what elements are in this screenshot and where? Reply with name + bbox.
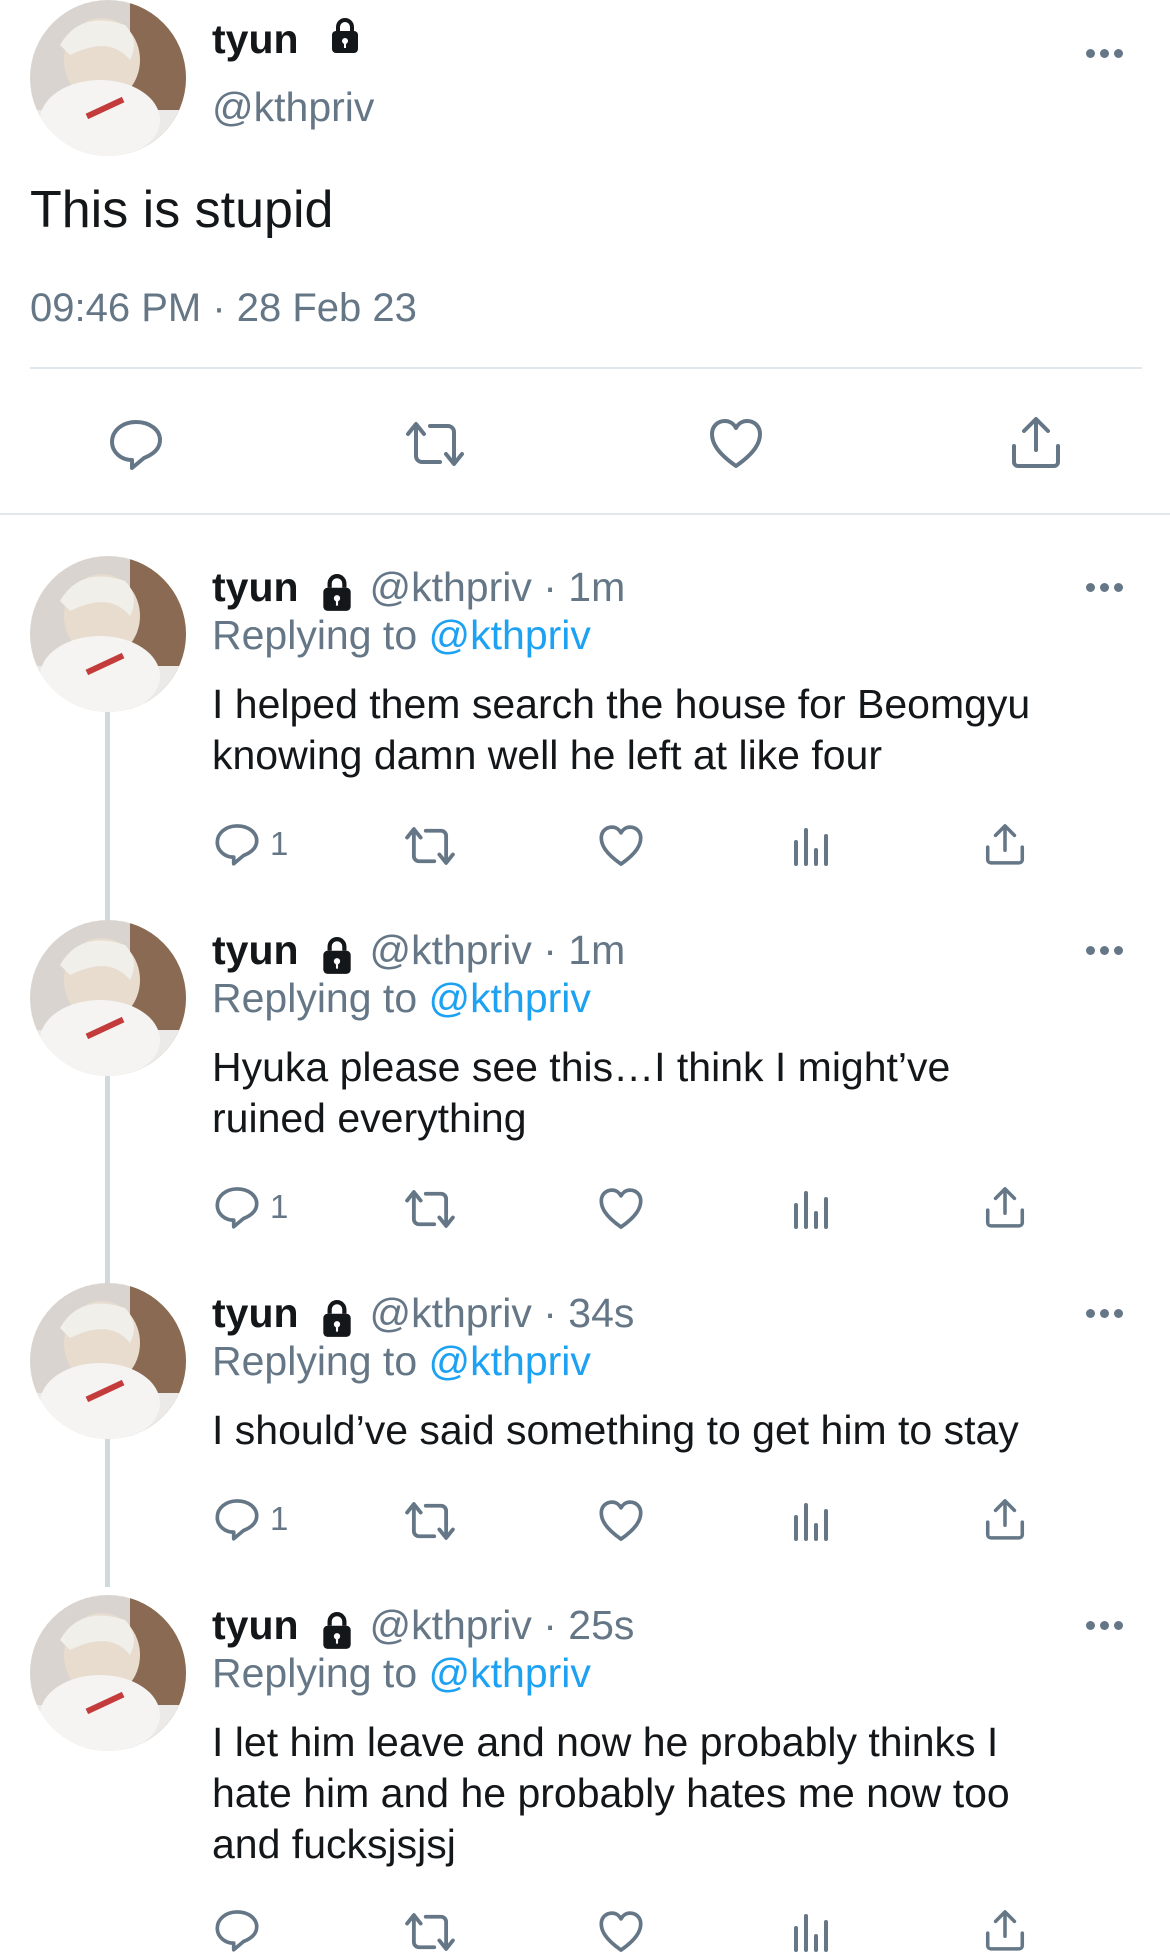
- analytics-icon[interactable]: [792, 824, 832, 866]
- display-name[interactable]: tyun: [212, 16, 299, 63]
- avatar-image: [30, 0, 186, 156]
- avatar[interactable]: [30, 0, 186, 156]
- replying-prefix: Replying to: [212, 1338, 418, 1384]
- share-icon[interactable]: [1008, 414, 1064, 470]
- share-icon[interactable]: [983, 1185, 1027, 1229]
- display-name[interactable]: tyun: [212, 1602, 299, 1648]
- tweet-text: Hyuka please see this…I think I might’ve…: [212, 1042, 950, 1144]
- analytics-icon[interactable]: [792, 1187, 832, 1229]
- reply-icon[interactable]: [214, 1497, 260, 1541]
- replying-to: Replying to @kthpriv: [212, 1338, 591, 1385]
- replying-to: Replying to @kthpriv: [212, 975, 591, 1022]
- avatar[interactable]: [30, 1283, 186, 1439]
- lock-icon: [323, 936, 351, 974]
- like-icon[interactable]: [598, 1499, 644, 1543]
- like-icon[interactable]: [598, 824, 644, 868]
- tweet-text: I should’ve said something to get him to…: [212, 1405, 1019, 1456]
- analytics-icon[interactable]: [792, 1499, 832, 1541]
- like-icon[interactable]: [708, 418, 764, 470]
- avatar[interactable]: [30, 556, 186, 712]
- reply-icon[interactable]: [108, 418, 164, 470]
- tweet-text-line: I let him leave and now he probably thin…: [212, 1719, 999, 1765]
- replying-mention[interactable]: @kthpriv: [429, 612, 591, 658]
- avatar-image: [30, 1283, 186, 1439]
- handle[interactable]: @kthpriv: [212, 84, 374, 131]
- divider: [0, 513, 1170, 515]
- more-options-icon[interactable]: [1086, 1617, 1128, 1630]
- replying-prefix: Replying to: [212, 975, 418, 1021]
- share-icon[interactable]: [983, 1497, 1027, 1541]
- analytics-icon[interactable]: [792, 1910, 832, 1952]
- reply-icon[interactable]: [214, 1185, 260, 1229]
- handle-and-time[interactable]: @kthpriv · 1m: [369, 927, 625, 973]
- reply-icon[interactable]: [214, 1908, 260, 1952]
- handle-and-time[interactable]: @kthpriv · 34s: [369, 1290, 634, 1336]
- display-name[interactable]: tyun: [212, 564, 299, 610]
- reply-count: 1: [270, 1500, 289, 1537]
- retweet-icon[interactable]: [402, 1500, 458, 1542]
- display-name[interactable]: tyun: [212, 927, 299, 973]
- tweet-text-line: knowing damn well he left at like four: [212, 732, 883, 778]
- avatar-image: [30, 556, 186, 712]
- reply-action[interactable]: 1: [214, 1185, 288, 1229]
- timestamp: 09:46 PM · 28 Feb 23: [30, 286, 417, 330]
- like-icon[interactable]: [598, 1187, 644, 1231]
- replying-to: Replying to @kthpriv: [212, 1650, 591, 1697]
- more-options-icon[interactable]: [1086, 579, 1128, 592]
- lock-icon: [323, 573, 351, 611]
- tweet-text-line: I should’ve said something to get him to…: [212, 1407, 1019, 1453]
- handle-and-time[interactable]: @kthpriv · 1m: [369, 564, 625, 610]
- tweet-text-line: Hyuka please see this…I think I might’ve: [212, 1044, 951, 1090]
- more-options-icon[interactable]: [1086, 45, 1128, 58]
- reply-action[interactable]: 1: [214, 1497, 288, 1541]
- reply-count: 1: [270, 825, 289, 862]
- more-options-icon[interactable]: [1086, 1305, 1128, 1318]
- replying-prefix: Replying to: [212, 612, 418, 658]
- tweet-text-line: and fucksjsjsj: [212, 1821, 456, 1867]
- thread-connector: [105, 712, 110, 1587]
- lock-icon: [332, 18, 358, 53]
- share-icon[interactable]: [983, 1908, 1027, 1952]
- divider: [30, 367, 1142, 369]
- avatar[interactable]: [30, 1595, 186, 1751]
- retweet-icon[interactable]: [402, 1188, 458, 1230]
- reply-icon[interactable]: [214, 822, 260, 866]
- tweet-text-line: ruined everything: [212, 1095, 527, 1141]
- handle-and-time[interactable]: @kthpriv · 25s: [369, 1602, 634, 1648]
- display-name[interactable]: tyun: [212, 1290, 299, 1336]
- tweet-text-line: I helped them search the house for Beomg…: [212, 681, 1031, 727]
- retweet-icon[interactable]: [402, 1911, 458, 1953]
- retweet-icon[interactable]: [402, 420, 468, 468]
- replying-mention[interactable]: @kthpriv: [429, 1338, 591, 1384]
- reply-action[interactable]: [214, 1908, 270, 1952]
- replying-mention[interactable]: @kthpriv: [429, 1650, 591, 1696]
- reply-count: 1: [270, 1188, 289, 1225]
- more-options-icon[interactable]: [1086, 942, 1128, 955]
- retweet-icon[interactable]: [402, 825, 458, 867]
- like-icon[interactable]: [598, 1910, 644, 1954]
- lock-icon: [323, 1611, 351, 1649]
- tweet-text: I helped them search the house for Beomg…: [212, 679, 1030, 781]
- replying-mention[interactable]: @kthpriv: [429, 975, 591, 1021]
- tweet-text-line: hate him and he probably hates me now to…: [212, 1770, 1010, 1816]
- replying-prefix: Replying to: [212, 1650, 418, 1696]
- avatar-image: [30, 1595, 186, 1751]
- tweet-text: This is stupid: [30, 181, 334, 239]
- share-icon[interactable]: [983, 822, 1027, 866]
- tweet-text: I let him leave and now he probably thin…: [212, 1717, 1010, 1870]
- lock-icon: [323, 1299, 351, 1337]
- avatar[interactable]: [30, 920, 186, 1076]
- avatar-image: [30, 920, 186, 1076]
- replying-to: Replying to @kthpriv: [212, 612, 591, 659]
- reply-action[interactable]: 1: [214, 822, 288, 866]
